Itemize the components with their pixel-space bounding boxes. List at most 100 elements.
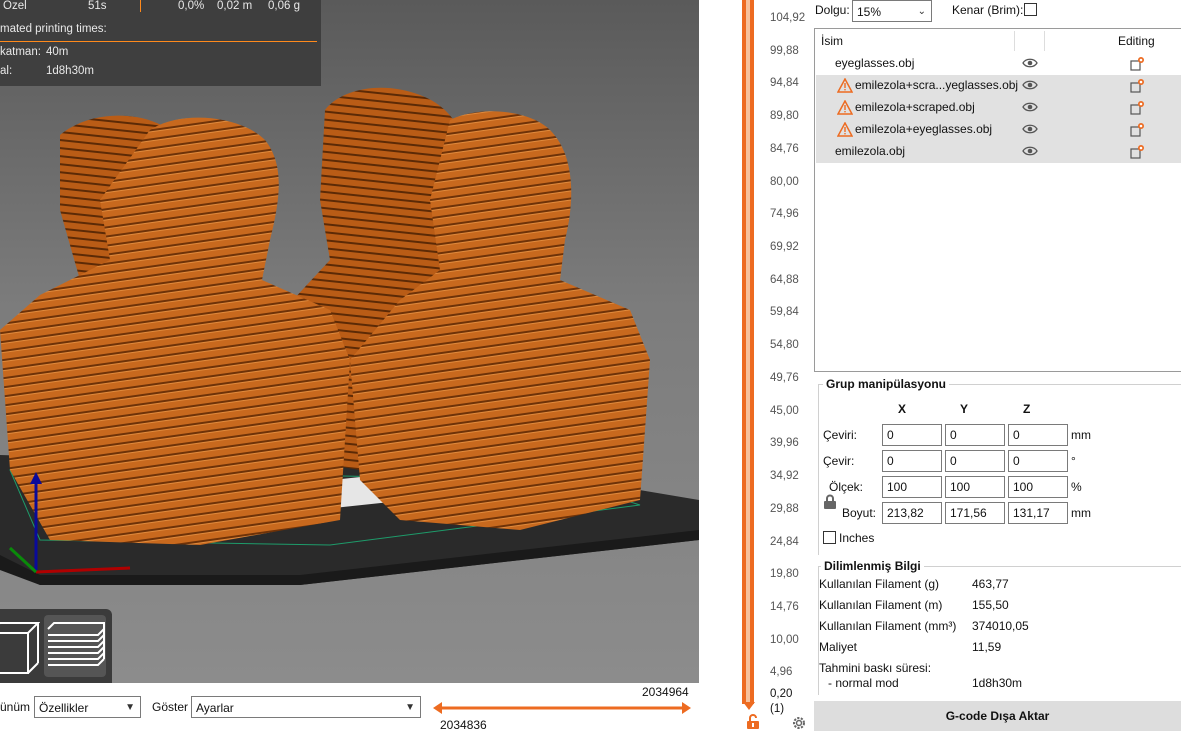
gear-icon[interactable] — [791, 715, 807, 731]
filament-g-value: 463,77 — [972, 577, 1009, 591]
group-manipulation-title: Grup manipülasyonu — [823, 377, 950, 391]
manipulation-x-field[interactable]: 0 — [882, 450, 942, 472]
object-list-item[interactable]: emilezola+eyeglasses.obj — [816, 119, 1181, 141]
object-list-item[interactable]: emilezola.obj — [816, 141, 1181, 163]
manipulation-y-field[interactable]: 0 — [945, 450, 1005, 472]
axis-x-header: X — [898, 402, 907, 416]
normal-mode-label: - normal mod — [828, 676, 899, 690]
manipulation-x-field[interactable]: 0 — [882, 424, 942, 446]
warning-icon — [837, 78, 853, 93]
eye-icon[interactable] — [1022, 57, 1038, 69]
warning-icon — [837, 122, 853, 137]
preview-bottom-bar: ünüm Özellikler ▼ Göster Ayarlar ▼ 20349… — [0, 683, 699, 732]
eye-icon[interactable] — [1022, 123, 1038, 135]
axis-z-header: Z — [1023, 402, 1031, 416]
view-type-select[interactable]: Özellikler ▼ — [34, 696, 141, 718]
filament-m-label: Kullanılan Filament (m) — [819, 598, 943, 612]
manipulation-y-field[interactable]: 0 — [945, 424, 1005, 446]
legend-row-time: 51s — [88, 0, 107, 12]
print-preview-scene — [0, 87, 699, 585]
lock-icon[interactable] — [823, 494, 837, 510]
object-list: İsim Editing eyeglasses.obj emilezola+scr… — [814, 28, 1181, 372]
manipulation-x-field[interactable]: 213,82 — [882, 502, 942, 524]
view-3d-button[interactable] — [0, 615, 41, 677]
edit-settings-icon[interactable] — [1129, 144, 1145, 160]
object-list-item[interactable]: emilezola+scra...yeglasses.obj — [816, 75, 1181, 97]
manipulation-z-field[interactable]: 0 — [1008, 424, 1068, 446]
legend-first-layer-label: katman: — [0, 46, 41, 58]
legend-row-percent: 0,0% — [178, 0, 205, 12]
layer-bottom-value: 0,20 — [770, 688, 793, 700]
manipulation-y-field[interactable]: 100 — [945, 476, 1005, 498]
horizontal-range-top: 2034964 — [642, 685, 689, 699]
manipulation-z-field[interactable]: 100 — [1008, 476, 1068, 498]
eye-icon[interactable] — [1022, 79, 1038, 91]
chevron-down-icon: ⌄ — [917, 6, 926, 17]
manipulation-unit: mm — [1071, 506, 1091, 520]
edit-settings-icon[interactable] — [1129, 100, 1145, 116]
manipulation-x-field[interactable]: 100 — [882, 476, 942, 498]
layer-slider[interactable]: 104,92 99,88 94,84 89,80 84,76 80,00 74,96 69,9… — [699, 0, 811, 731]
show-select[interactable]: Ayarlar ▼ — [191, 696, 421, 718]
layer-tick-label: 34,92 — [770, 470, 799, 483]
chevron-down-icon: ▼ — [125, 702, 135, 713]
horizontal-move-slider[interactable] — [430, 698, 694, 718]
layer-tick-label: 69,92 — [770, 241, 799, 254]
manipulation-unit: % — [1071, 480, 1082, 494]
edit-settings-icon[interactable] — [1129, 56, 1145, 72]
layer-tick-label: 29,88 — [770, 502, 799, 515]
inches-checkbox[interactable] — [823, 531, 836, 544]
layer-slider-handle-icon[interactable] — [742, 700, 756, 712]
manipulation-unit: mm — [1071, 428, 1091, 442]
layer-bottom-index: (1) — [770, 703, 785, 715]
object-list-item[interactable]: emilezola+scraped.obj — [816, 97, 1181, 119]
infill-select[interactable]: 15% ⌄ — [852, 0, 932, 22]
view-mode-buttons — [0, 609, 112, 683]
view-preview-button[interactable] — [44, 615, 106, 677]
cost-label: Maliyet — [819, 640, 858, 654]
manipulation-unit: ° — [1071, 454, 1076, 468]
layer-tick-label: 94,84 — [770, 77, 799, 90]
inches-label: Inches — [839, 531, 875, 545]
filament-g-label: Kullanılan Filament (g) — [819, 577, 940, 591]
layer-tick-label: 45,00 — [770, 404, 799, 417]
object-name: emilezola+scraped.obj — [855, 100, 975, 114]
model-bust-front-left — [0, 117, 350, 545]
column-header-editing: Editing — [1118, 34, 1155, 48]
layer-tick-label: 80,00 — [770, 175, 799, 188]
manipulation-y-field[interactable]: 171,56 — [945, 502, 1005, 524]
object-name: emilezola+scra...yeglasses.obj — [855, 78, 1019, 92]
brim-label: Kenar (Brim): — [952, 3, 1024, 17]
eye-icon[interactable] — [1022, 145, 1038, 157]
edit-settings-icon[interactable] — [1129, 78, 1145, 94]
print-legend: Özel 51s 0,0% 0,02 m 0,06 g mated printi… — [0, 0, 321, 86]
edit-settings-icon[interactable] — [1129, 122, 1145, 138]
manipulation-row-label: Boyut: — [842, 506, 877, 520]
export-gcode-button[interactable]: G-code Dışa Aktar — [814, 701, 1181, 731]
show-value: Ayarlar — [196, 701, 234, 715]
show-label: Göster — [152, 700, 189, 714]
axis-y-header: Y — [960, 402, 969, 416]
layer-tick-label: 19,80 — [770, 568, 799, 581]
cube-icon — [0, 622, 41, 674]
layer-tick-label: 10,00 — [770, 633, 799, 646]
manipulation-z-field[interactable]: 131,17 — [1008, 502, 1068, 524]
layer-tick-label: 59,84 — [770, 306, 799, 319]
layer-tick-label: 4,96 — [770, 666, 793, 679]
layer-tick-label: 89,80 — [770, 110, 799, 123]
manipulation-z-field[interactable]: 0 — [1008, 450, 1068, 472]
eye-icon[interactable] — [1022, 101, 1038, 113]
filament-mm3-label: Kullanılan Filament (mm³) — [819, 619, 957, 633]
legend-row-label: Özel — [3, 0, 27, 12]
cost-value: 11,59 — [972, 640, 1002, 654]
object-list-item[interactable]: eyeglasses.obj — [816, 53, 1181, 75]
unlock-icon[interactable] — [745, 714, 761, 730]
3d-viewport[interactable]: Özel 51s 0,0% 0,02 m 0,06 g mated printi… — [0, 0, 699, 683]
legend-row-weight: 0,06 g — [268, 0, 300, 12]
column-header-name: İsim — [821, 34, 843, 48]
brim-checkbox[interactable] — [1024, 3, 1037, 16]
left-handle-icon — [433, 702, 442, 714]
manipulation-row-label: Ölçek: — [829, 480, 864, 494]
layer-tick-label: 54,80 — [770, 339, 799, 352]
right-sidebar: Dolgu: 15% ⌄ Kenar (Brim): İsim Editing … — [811, 0, 1181, 731]
